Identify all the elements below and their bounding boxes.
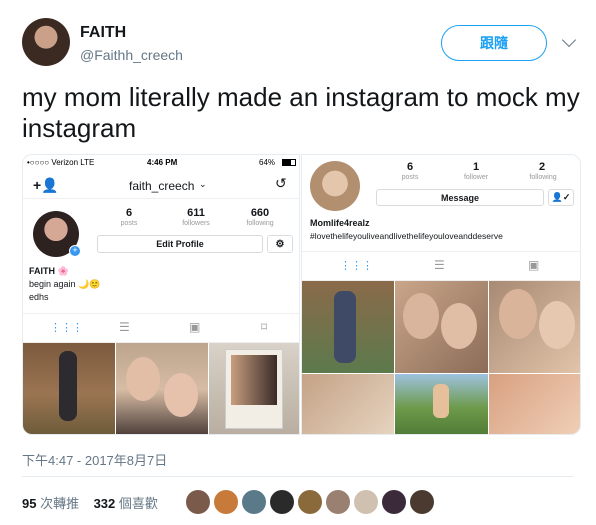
posts-label: posts <box>120 220 138 227</box>
following-label[interactable]: following <box>239 220 281 227</box>
list-view-icon[interactable]: ☰ <box>434 258 445 272</box>
add-story-icon[interactable]: + <box>69 245 81 257</box>
posts-label: posts <box>401 174 419 181</box>
gear-icon[interactable]: ⚙ <box>267 235 293 253</box>
follow-button[interactable]: 跟隨 <box>441 25 547 61</box>
tagged-icon[interactable]: ▣ <box>189 320 200 334</box>
posts-count: 6 <box>125 207 133 219</box>
message-button[interactable]: Message <box>376 189 544 206</box>
bio-name: FAITH 🌸 <box>29 266 69 276</box>
retweet-count[interactable]: 95 <box>22 496 36 511</box>
grid-photo[interactable] <box>302 374 394 434</box>
liker-avatar[interactable] <box>242 490 266 514</box>
liker-avatar[interactable] <box>214 490 238 514</box>
profile-avatar[interactable] <box>310 161 360 211</box>
tweet-text: my mom literally made an instagram to mo… <box>22 82 580 143</box>
liker-avatar[interactable] <box>326 490 350 514</box>
add-person-icon[interactable]: +👤 <box>33 177 59 194</box>
like-label[interactable]: 個喜歡 <box>119 496 158 511</box>
grid-photo[interactable] <box>395 281 488 373</box>
following-count[interactable]: 660 <box>245 207 275 219</box>
chevron-down-icon[interactable] <box>561 32 577 48</box>
divider <box>22 476 574 477</box>
tagged-icon[interactable]: ▣ <box>528 258 539 272</box>
grid-photo[interactable] <box>209 343 299 434</box>
following-label[interactable]: following <box>522 174 564 181</box>
status-carrier: •○○○○ Verizon LTE <box>27 158 95 167</box>
liker-avatar[interactable] <box>270 490 294 514</box>
tweet-stats: 95 次轉推 332 個喜歡 <box>22 493 158 512</box>
bio-line: begin again 🌙🙂 <box>29 279 101 289</box>
bio-name: Momlife4realz <box>310 218 370 228</box>
retweet-label[interactable]: 次轉推 <box>40 496 79 511</box>
ig-username[interactable]: faith_creech <box>129 179 194 193</box>
list-view-icon[interactable]: ☰ <box>119 320 130 334</box>
followers-label[interactable]: followers <box>175 220 217 227</box>
tweet-timestamp[interactable]: 下午4:47 - 2017年8月7日 <box>22 450 167 469</box>
bookmark-icon[interactable]: ⌑ <box>261 320 267 334</box>
history-icon[interactable]: ↺ <box>275 175 287 192</box>
grid-photo[interactable] <box>302 281 394 373</box>
liker-avatar[interactable] <box>354 490 378 514</box>
liker-avatar[interactable] <box>186 490 210 514</box>
following-count[interactable]: 2 <box>530 161 554 173</box>
liker-avatar[interactable] <box>382 490 406 514</box>
status-battery: 64% <box>259 158 276 167</box>
right-screenshot[interactable]: 6 posts 1 follower 2 following Message 👤… <box>301 154 581 435</box>
user-handle[interactable]: @Faithh_creech <box>80 47 183 63</box>
posts-count: 6 <box>406 161 414 173</box>
chevron-down-icon[interactable]: ⌄ <box>199 179 207 190</box>
grid-photo[interactable] <box>116 343 208 434</box>
grid-view-icon[interactable]: ⋮⋮⋮ <box>340 259 373 272</box>
followers-count[interactable]: 1 <box>464 161 488 173</box>
left-screenshot[interactable]: •○○○○ Verizon LTE 4:46 PM 64% +👤 faith_c… <box>22 154 300 435</box>
grid-view-icon[interactable]: ⋮⋮⋮ <box>50 321 83 334</box>
avatar[interactable] <box>22 18 70 66</box>
grid-photo[interactable] <box>489 374 580 434</box>
liker-avatar[interactable] <box>410 490 434 514</box>
edit-profile-button[interactable]: Edit Profile <box>97 235 263 253</box>
battery-icon <box>282 159 296 166</box>
like-count[interactable]: 332 <box>94 496 116 511</box>
grid-photo[interactable] <box>489 281 580 373</box>
bio-hashtag[interactable]: #lovethelifeyouliveandlivethelifeyoulove… <box>310 230 503 242</box>
bio-line: edhs <box>29 292 49 302</box>
followers-count[interactable]: 611 <box>181 207 211 219</box>
grid-photo[interactable] <box>395 374 488 434</box>
display-name[interactable]: FAITH <box>80 24 126 42</box>
liker-avatar[interactable] <box>298 490 322 514</box>
following-check-icon[interactable]: 👤✓ <box>548 189 574 206</box>
status-time: 4:46 PM <box>147 158 178 167</box>
grid-photo[interactable] <box>23 343 115 434</box>
followers-label[interactable]: follower <box>458 174 494 181</box>
